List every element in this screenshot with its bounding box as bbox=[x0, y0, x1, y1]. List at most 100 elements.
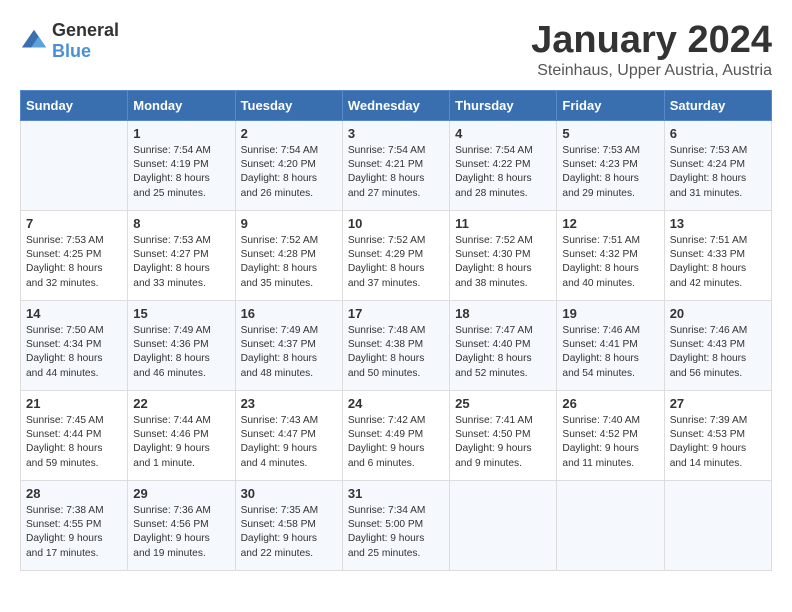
cell-content: Sunrise: 7:52 AM Sunset: 4:30 PM Dayligh… bbox=[455, 234, 551, 291]
calendar-title: January 2024 bbox=[531, 20, 772, 62]
calendar-header-row: SundayMondayTuesdayWednesdayThursdayFrid… bbox=[21, 90, 772, 120]
calendar-cell: 17 Sunrise: 7:48 AM Sunset: 4:38 PM Dayli… bbox=[342, 300, 449, 390]
day-number: 9 bbox=[241, 216, 337, 231]
day-number: 21 bbox=[26, 396, 122, 411]
day-number: 13 bbox=[670, 216, 766, 231]
calendar-cell: 28 Sunrise: 7:38 AM Sunset: 4:55 PM Dayli… bbox=[21, 480, 128, 570]
day-number: 8 bbox=[133, 216, 229, 231]
cell-content: Sunrise: 7:53 AM Sunset: 4:27 PM Dayligh… bbox=[133, 234, 229, 291]
cell-content: Sunrise: 7:54 AM Sunset: 4:19 PM Dayligh… bbox=[133, 144, 229, 201]
cell-content: Sunrise: 7:53 AM Sunset: 4:23 PM Dayligh… bbox=[562, 144, 658, 201]
day-number: 14 bbox=[26, 306, 122, 321]
cell-content: Sunrise: 7:52 AM Sunset: 4:28 PM Dayligh… bbox=[241, 234, 337, 291]
calendar-cell: 11Sunrise: 7:52 AM Sunset: 4:30 PM Dayli… bbox=[450, 210, 557, 300]
calendar-cell bbox=[664, 480, 771, 570]
calendar-cell: 6Sunrise: 7:53 AM Sunset: 4:24 PM Daylig… bbox=[664, 120, 771, 210]
title-block: January 2024 Steinhaus, Upper Austria, A… bbox=[531, 20, 772, 80]
day-number: 28 bbox=[26, 486, 122, 501]
day-number: 23 bbox=[241, 396, 337, 411]
calendar-week-row: 28 Sunrise: 7:38 AM Sunset: 4:55 PM Dayli… bbox=[21, 480, 772, 570]
calendar-cell: 22 Sunrise: 7:44 AM Sunset: 4:46 PM Dayli… bbox=[128, 390, 235, 480]
calendar-cell: 26Sunrise: 7:40 AM Sunset: 4:52 PM Dayli… bbox=[557, 390, 664, 480]
calendar-cell: 14 Sunrise: 7:50 AM Sunset: 4:34 PM Dayli… bbox=[21, 300, 128, 390]
cell-content: Sunrise: 7:50 AM Sunset: 4:34 PM Dayligh… bbox=[26, 324, 122, 381]
day-number: 27 bbox=[670, 396, 766, 411]
day-number: 30 bbox=[241, 486, 337, 501]
calendar-table: SundayMondayTuesdayWednesdayThursdayFrid… bbox=[20, 90, 772, 571]
logo-text-blue: Blue bbox=[52, 41, 91, 61]
day-number: 4 bbox=[455, 126, 551, 141]
cell-content: Sunrise: 7:38 AM Sunset: 4:55 PM Dayligh… bbox=[26, 504, 122, 561]
calendar-cell bbox=[557, 480, 664, 570]
calendar-cell: 27 Sunrise: 7:39 AM Sunset: 4:53 PM Dayli… bbox=[664, 390, 771, 480]
calendar-cell: 19Sunrise: 7:46 AM Sunset: 4:41 PM Dayli… bbox=[557, 300, 664, 390]
calendar-cell: 21 Sunrise: 7:45 AM Sunset: 4:44 PM Dayli… bbox=[21, 390, 128, 480]
cell-content: Sunrise: 7:51 AM Sunset: 4:33 PM Dayligh… bbox=[670, 234, 766, 291]
day-number: 22 bbox=[133, 396, 229, 411]
day-number: 18 bbox=[455, 306, 551, 321]
cell-content: Sunrise: 7:49 AM Sunset: 4:37 PM Dayligh… bbox=[241, 324, 337, 381]
day-number: 20 bbox=[670, 306, 766, 321]
calendar-subtitle: Steinhaus, Upper Austria, Austria bbox=[531, 62, 772, 80]
day-number: 3 bbox=[348, 126, 444, 141]
calendar-cell: 25 Sunrise: 7:41 AM Sunset: 4:50 PM Dayli… bbox=[450, 390, 557, 480]
cell-content: Sunrise: 7:41 AM Sunset: 4:50 PM Dayligh… bbox=[455, 414, 551, 471]
logo: General Blue bbox=[20, 20, 119, 62]
calendar-cell: 7Sunrise: 7:53 AM Sunset: 4:25 PM Daylig… bbox=[21, 210, 128, 300]
weekday-header: Wednesday bbox=[342, 90, 449, 120]
calendar-cell: 10Sunrise: 7:52 AM Sunset: 4:29 PM Dayli… bbox=[342, 210, 449, 300]
calendar-cell bbox=[450, 480, 557, 570]
cell-content: Sunrise: 7:47 AM Sunset: 4:40 PM Dayligh… bbox=[455, 324, 551, 381]
day-number: 15 bbox=[133, 306, 229, 321]
day-number: 19 bbox=[562, 306, 658, 321]
cell-content: Sunrise: 7:53 AM Sunset: 4:24 PM Dayligh… bbox=[670, 144, 766, 201]
cell-content: Sunrise: 7:54 AM Sunset: 4:20 PM Dayligh… bbox=[241, 144, 337, 201]
calendar-cell: 4 Sunrise: 7:54 AM Sunset: 4:22 PM Daylig… bbox=[450, 120, 557, 210]
day-number: 2 bbox=[241, 126, 337, 141]
day-number: 16 bbox=[241, 306, 337, 321]
calendar-cell: 9 Sunrise: 7:52 AM Sunset: 4:28 PM Daylig… bbox=[235, 210, 342, 300]
cell-content: Sunrise: 7:45 AM Sunset: 4:44 PM Dayligh… bbox=[26, 414, 122, 471]
cell-content: Sunrise: 7:54 AM Sunset: 4:22 PM Dayligh… bbox=[455, 144, 551, 201]
calendar-cell: 20 Sunrise: 7:46 AM Sunset: 4:43 PM Dayli… bbox=[664, 300, 771, 390]
calendar-cell: 13 Sunrise: 7:51 AM Sunset: 4:33 PM Dayli… bbox=[664, 210, 771, 300]
page-header: General Blue January 2024 Steinhaus, Upp… bbox=[20, 20, 772, 80]
day-number: 25 bbox=[455, 396, 551, 411]
cell-content: Sunrise: 7:51 AM Sunset: 4:32 PM Dayligh… bbox=[562, 234, 658, 291]
calendar-cell: 30Sunrise: 7:35 AM Sunset: 4:58 PM Dayli… bbox=[235, 480, 342, 570]
weekday-header: Saturday bbox=[664, 90, 771, 120]
cell-content: Sunrise: 7:36 AM Sunset: 4:56 PM Dayligh… bbox=[133, 504, 229, 561]
calendar-cell: 16 Sunrise: 7:49 AM Sunset: 4:37 PM Dayli… bbox=[235, 300, 342, 390]
calendar-cell: 1 Sunrise: 7:54 AM Sunset: 4:19 PM Daylig… bbox=[128, 120, 235, 210]
day-number: 5 bbox=[562, 126, 658, 141]
day-number: 26 bbox=[562, 396, 658, 411]
day-number: 17 bbox=[348, 306, 444, 321]
cell-content: Sunrise: 7:34 AM Sunset: 5:00 PM Dayligh… bbox=[348, 504, 444, 561]
calendar-cell: 2 Sunrise: 7:54 AM Sunset: 4:20 PM Daylig… bbox=[235, 120, 342, 210]
day-number: 10 bbox=[348, 216, 444, 231]
cell-content: Sunrise: 7:43 AM Sunset: 4:47 PM Dayligh… bbox=[241, 414, 337, 471]
calendar-cell: 24 Sunrise: 7:42 AM Sunset: 4:49 PM Dayli… bbox=[342, 390, 449, 480]
calendar-cell: 5 Sunrise: 7:53 AM Sunset: 4:23 PM Daylig… bbox=[557, 120, 664, 210]
weekday-header: Thursday bbox=[450, 90, 557, 120]
day-number: 29 bbox=[133, 486, 229, 501]
cell-content: Sunrise: 7:44 AM Sunset: 4:46 PM Dayligh… bbox=[133, 414, 229, 471]
calendar-week-row: 1 Sunrise: 7:54 AM Sunset: 4:19 PM Daylig… bbox=[21, 120, 772, 210]
cell-content: Sunrise: 7:54 AM Sunset: 4:21 PM Dayligh… bbox=[348, 144, 444, 201]
cell-content: Sunrise: 7:46 AM Sunset: 4:43 PM Dayligh… bbox=[670, 324, 766, 381]
cell-content: Sunrise: 7:39 AM Sunset: 4:53 PM Dayligh… bbox=[670, 414, 766, 471]
day-number: 31 bbox=[348, 486, 444, 501]
cell-content: Sunrise: 7:48 AM Sunset: 4:38 PM Dayligh… bbox=[348, 324, 444, 381]
calendar-week-row: 21 Sunrise: 7:45 AM Sunset: 4:44 PM Dayli… bbox=[21, 390, 772, 480]
calendar-cell: 23 Sunrise: 7:43 AM Sunset: 4:47 PM Dayli… bbox=[235, 390, 342, 480]
calendar-cell: 3 Sunrise: 7:54 AM Sunset: 4:21 PM Daylig… bbox=[342, 120, 449, 210]
logo-icon bbox=[20, 27, 48, 55]
day-number: 24 bbox=[348, 396, 444, 411]
calendar-cell bbox=[21, 120, 128, 210]
cell-content: Sunrise: 7:42 AM Sunset: 4:49 PM Dayligh… bbox=[348, 414, 444, 471]
weekday-header: Friday bbox=[557, 90, 664, 120]
day-number: 1 bbox=[133, 126, 229, 141]
weekday-header: Monday bbox=[128, 90, 235, 120]
logo-text-general: General bbox=[52, 20, 119, 40]
cell-content: Sunrise: 7:49 AM Sunset: 4:36 PM Dayligh… bbox=[133, 324, 229, 381]
